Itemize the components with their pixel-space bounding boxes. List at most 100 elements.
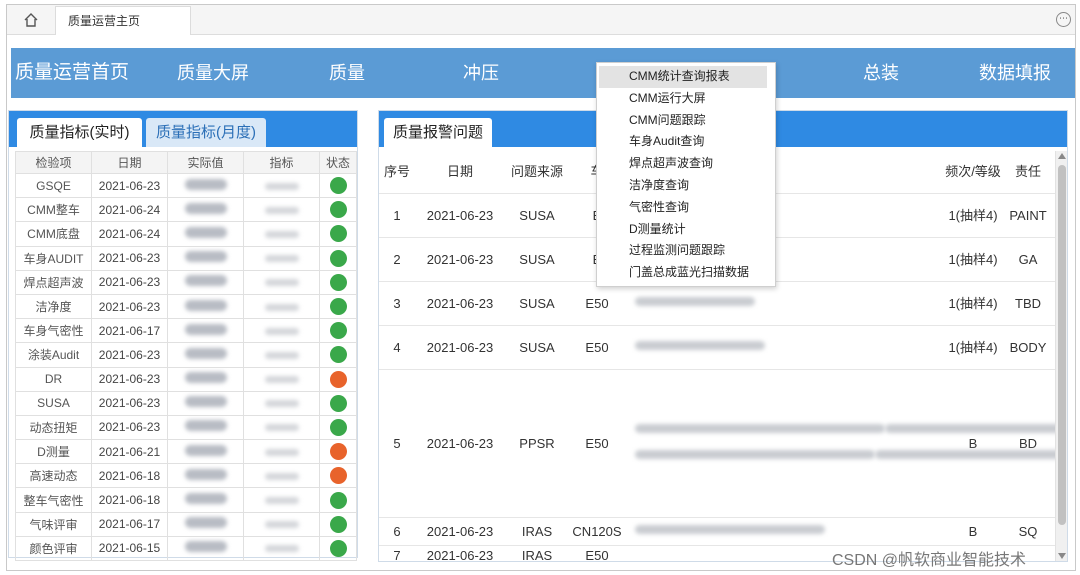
alert-model: CN120S — [569, 517, 625, 546]
alert-date: 2021-06-23 — [415, 545, 505, 561]
indicator-actual-value — [167, 172, 244, 199]
dropdown-item[interactable]: CMM统计查询报表 — [599, 66, 767, 88]
indicator-status — [319, 221, 357, 247]
indicator-row[interactable]: SUSA 2021-06-23 — [15, 390, 357, 416]
indicator-row[interactable]: CMM底盘 2021-06-24 — [15, 221, 357, 247]
indicator-date: 2021-06-23 — [91, 414, 168, 441]
indicator-row[interactable]: 车身气密性 2021-06-17 — [15, 318, 357, 344]
indicator-row[interactable]: CMM整车 2021-06-24 — [15, 197, 357, 223]
indicator-target-value — [243, 487, 320, 513]
redacted-value — [264, 376, 299, 384]
indicator-row[interactable]: 车身AUDIT 2021-06-23 — [15, 245, 357, 271]
redacted-value — [264, 400, 299, 408]
nav-item-home[interactable]: 质量运营首页 — [15, 48, 129, 98]
indicator-row[interactable]: 气味评审 2021-06-17 — [15, 511, 357, 537]
indicator-row[interactable]: 高速动态 2021-06-18 — [15, 463, 357, 489]
indicator-target-value — [243, 463, 320, 489]
nav-item-stamping[interactable]: 冲压 — [463, 48, 499, 98]
indicator-actual-value — [167, 197, 244, 223]
indicator-status — [319, 172, 357, 199]
indicator-date: 2021-06-15 — [91, 535, 168, 562]
indicator-row[interactable]: 动态扭矩 2021-06-23 — [15, 414, 357, 441]
alert-source: PPSR — [505, 369, 569, 518]
dropdown-item[interactable]: 气密性查询 — [599, 197, 767, 219]
tab-realtime[interactable]: 质量指标(实时) — [17, 118, 142, 147]
home-icon[interactable] — [21, 10, 41, 30]
indicator-row[interactable]: DR 2021-06-23 — [15, 366, 357, 392]
status-dot-icon — [329, 418, 347, 436]
dropdown-item[interactable]: 焊点超声波查询 — [599, 153, 767, 175]
dropdown-item[interactable]: 车身Audit查询 — [599, 131, 767, 153]
alert-row[interactable]: 4 2021-06-23 SUSA E50 1(抽样4) BODY — [379, 325, 1055, 370]
redacted-text — [635, 424, 885, 433]
redacted-value — [264, 448, 299, 456]
dropdown-item[interactable]: 过程监测问题跟踪 — [599, 240, 767, 262]
indicator-actual-value — [167, 366, 244, 392]
redacted-text — [635, 297, 755, 306]
indicator-row[interactable]: D测量 2021-06-21 — [15, 439, 357, 465]
tab-monthly[interactable]: 质量指标(月度) — [146, 118, 266, 147]
col-header-source: 问题来源 — [505, 151, 569, 194]
indicator-status — [319, 511, 357, 537]
indicator-date: 2021-06-23 — [91, 245, 168, 271]
indicator-target-value — [243, 318, 320, 344]
nav-item-assembly[interactable]: 总装 — [863, 48, 899, 98]
indicator-actual-value — [167, 269, 244, 295]
indicator-status — [319, 245, 357, 271]
indicator-target-value — [243, 342, 320, 368]
col-header-status: 状态 — [319, 151, 357, 174]
indicator-target-value — [243, 535, 320, 562]
indicator-row[interactable]: GSQE 2021-06-23 — [15, 172, 357, 199]
indicator-row[interactable]: 焊点超声波 2021-06-23 — [15, 269, 357, 295]
nav-item-quality[interactable]: 质量 — [329, 48, 365, 98]
status-dot-icon — [329, 201, 347, 219]
alert-no: 6 — [379, 517, 415, 546]
dropdown-item[interactable]: CMM问题跟踪 — [599, 110, 767, 132]
alert-owner: BD — [1001, 369, 1055, 518]
alert-model: E50 — [569, 325, 625, 370]
indicator-row[interactable]: 整车气密性 2021-06-18 — [15, 487, 357, 513]
indicator-actual-value — [167, 221, 244, 247]
alert-row[interactable]: 3 2021-06-23 SUSA E50 1(抽样4) TBD — [379, 281, 1055, 326]
dropdown-item[interactable]: D测量统计 — [599, 219, 767, 241]
indicator-name: 车身气密性 — [15, 318, 92, 344]
indicator-name: 车身AUDIT — [15, 245, 92, 271]
indicator-target-value — [243, 197, 320, 223]
redacted-value — [264, 255, 299, 263]
dropdown-item[interactable]: 门盖总成蓝光扫描数据 — [599, 262, 767, 284]
alert-model: E50 — [569, 545, 625, 561]
indicator-row[interactable]: 洁净度 2021-06-23 — [15, 293, 357, 320]
more-icon[interactable]: ⋯ — [1056, 12, 1071, 27]
dropdown-item[interactable]: CMM运行大屏 — [599, 88, 767, 110]
indicator-date: 2021-06-23 — [91, 293, 168, 320]
indicator-name: 涂装Audit — [15, 342, 92, 368]
scrollbar-thumb[interactable] — [1058, 165, 1066, 525]
redacted-value — [184, 226, 227, 238]
redacted-text — [635, 525, 825, 534]
nav-item-quality-screen[interactable]: 质量大屏 — [177, 48, 249, 98]
status-dot-icon — [329, 177, 347, 195]
scroll-up-icon[interactable] — [1058, 153, 1066, 159]
status-dot-icon — [329, 370, 347, 388]
alert-row[interactable]: 5 2021-06-23 PPSR E50 B BD — [379, 369, 1067, 518]
scroll-down-icon[interactable] — [1058, 553, 1066, 559]
indicator-actual-value — [167, 245, 244, 271]
indicator-target-value — [243, 414, 320, 441]
indicator-row[interactable]: 涂装Audit 2021-06-23 — [15, 342, 357, 368]
alert-no: 7 — [379, 545, 415, 561]
dropdown-item[interactable]: 洁净度查询 — [599, 175, 767, 197]
indicator-row[interactable]: 颜色评审 2021-06-15 — [15, 535, 357, 562]
nav-item-data-entry[interactable]: 数据填报 — [979, 48, 1051, 98]
alert-owner: PAINT — [1001, 193, 1055, 238]
browser-tab[interactable]: 质量运营主页 — [55, 6, 191, 35]
redacted-value — [264, 279, 299, 287]
tab-quality-alerts[interactable]: 质量报警问题 — [384, 118, 492, 147]
redacted-value — [264, 497, 299, 505]
indicator-status — [319, 269, 357, 295]
alert-row[interactable]: 6 2021-06-23 IRAS CN120S B SQ — [379, 517, 1055, 546]
alert-date: 2021-06-23 — [415, 517, 505, 546]
watermark: CSDN @帆软商业智能技术 — [832, 552, 1027, 569]
indicator-date: 2021-06-24 — [91, 221, 168, 247]
indicator-status — [319, 366, 357, 392]
alert-table-scrollbar[interactable] — [1055, 151, 1067, 561]
